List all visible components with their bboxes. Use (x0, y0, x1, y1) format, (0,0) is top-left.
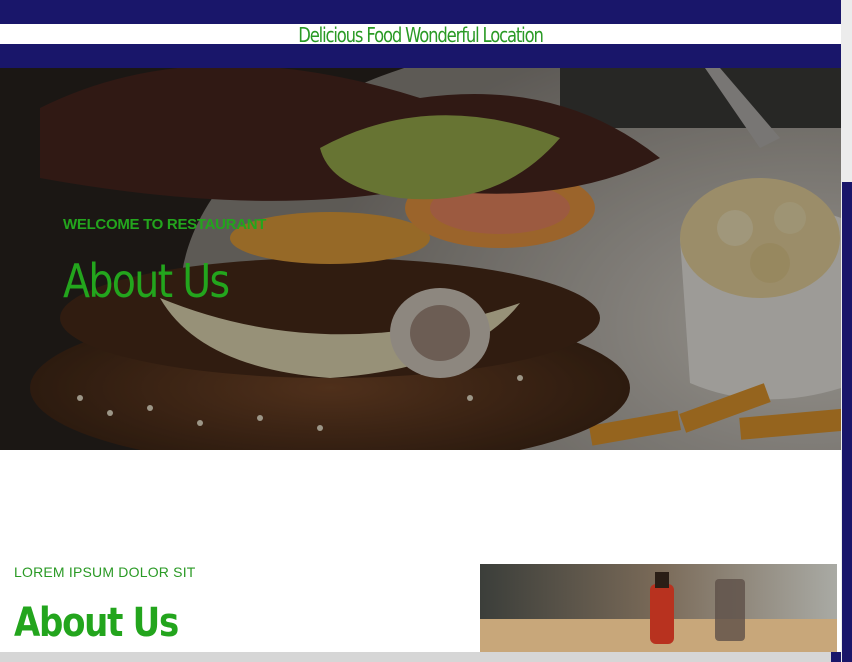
horizontal-scrollbar[interactable] (0, 652, 831, 662)
hero-kicker: WELCOME TO RESTAURANT (63, 216, 267, 233)
tagline-strip: Delicious Food Wonderful Location (75, 24, 766, 46)
hero-title: About Us (63, 254, 230, 308)
vertical-scrollbar-thumb[interactable] (842, 182, 852, 662)
about-kicker: LOREM IPSUM DOLOR SIT (14, 564, 196, 580)
about-title: About Us (14, 600, 179, 646)
hero-banner: WELCOME TO RESTAURANT About Us (0, 68, 841, 450)
scrollbar-corner (831, 652, 841, 662)
navigation-bar (0, 44, 841, 68)
top-bar (0, 0, 841, 24)
restaurant-table-photo (480, 564, 837, 652)
